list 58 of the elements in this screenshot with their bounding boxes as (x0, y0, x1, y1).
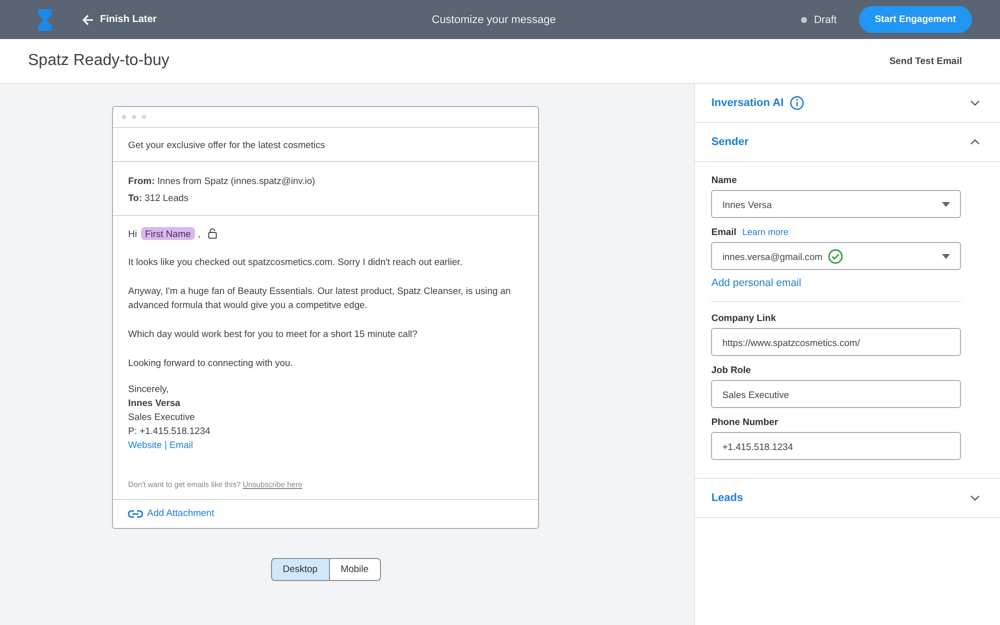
email-link[interactable]: Email (170, 439, 193, 450)
chevron-up-icon (970, 139, 980, 145)
merge-field-tag[interactable]: First Name (141, 227, 195, 240)
send-test-email-button[interactable]: Send Test Email (889, 56, 962, 66)
closing-text: Sincerely, (128, 382, 170, 396)
body-paragraph: It looks like you checked out spatzcosmetics.com. Sorry I didn't reach out earlier. (128, 255, 464, 269)
email-subject: Get your exclusive offer for the latest cosmetics (128, 139, 325, 150)
body-paragraph: Which day would work best for you to meet for a short 15 minute call? (128, 327, 418, 341)
input-field[interactable]: Sales Executive (711, 380, 961, 408)
greeting-comma: , (198, 228, 200, 239)
field-label: Name (711, 174, 737, 185)
page-title: Customize your message (430, 14, 557, 26)
accordion-header[interactable]: Inversation AI (695, 84, 1000, 122)
lock-icon (208, 228, 218, 239)
chevron-down-icon (970, 495, 980, 501)
link-icon (128, 510, 144, 518)
to-value: 312 Leads (144, 192, 188, 203)
logo-icon (38, 8, 52, 30)
learn-more-link[interactable]: Learn more (742, 226, 788, 236)
view-toggle-button[interactable]: Mobile (328, 558, 381, 581)
status-dot-icon (800, 16, 807, 22)
signature-name: Innes Versa (128, 396, 182, 410)
input-field[interactable]: https://www.spatzcosmetics.com/ (711, 328, 961, 356)
section-title: Sender (711, 136, 749, 148)
from-value: Innes from Spatz (innes.spatz@inv.io) (157, 175, 316, 186)
website-link[interactable]: Website (128, 439, 162, 450)
add-attachment-button[interactable]: Add Attachment (128, 508, 214, 519)
signature-title: Sales Executive (128, 410, 196, 424)
dropdown-field[interactable]: innes.versa@gmail.com (711, 242, 961, 270)
back-arrow-icon (82, 14, 94, 26)
accordion-header[interactable]: Leads (695, 479, 1000, 517)
window-dots-icon (121, 114, 148, 120)
section-title: Inversation AI (711, 97, 784, 109)
link-separator: | (164, 439, 167, 450)
view-toggle-button[interactable]: Desktop (270, 558, 329, 581)
field-label: Phone Number (711, 416, 778, 427)
body-paragraph: Looking forward to connecting with you. (128, 356, 294, 370)
section-title: Leads (711, 492, 744, 504)
accordion-header[interactable]: Sender (695, 123, 1000, 161)
status-label: Draft (814, 14, 837, 26)
from-label: From: (128, 175, 155, 186)
greeting-text: Hi (128, 228, 138, 239)
finish-later-button[interactable]: Finish Later (82, 14, 157, 26)
field-label: Email (711, 226, 736, 237)
dropdown-field[interactable]: Innes Versa (711, 190, 961, 218)
chevron-down-icon (970, 100, 980, 106)
body-paragraph: Anyway, I'm a huge fan of Beauty Essentials. Our latest product, Spatz Cleanser, is using an advanced formula that would give you a competitve edge. (128, 284, 512, 312)
start-engagement-button[interactable]: Start Engagement (858, 6, 972, 33)
campaign-title: Spatz Ready-to-buy (28, 52, 170, 70)
caret-icon (942, 202, 950, 206)
info-icon[interactable] (790, 96, 804, 110)
field-label: Job Role (711, 364, 751, 375)
to-label: To: (128, 192, 142, 203)
add-personal-email-link[interactable]: Add personal email (711, 277, 961, 289)
field-label: Company Link (711, 312, 776, 323)
input-field[interactable]: +1.415.518.1234 (711, 432, 961, 460)
signature-phone: P: +1.415.518.1234 (128, 424, 212, 438)
caret-icon (942, 254, 950, 258)
